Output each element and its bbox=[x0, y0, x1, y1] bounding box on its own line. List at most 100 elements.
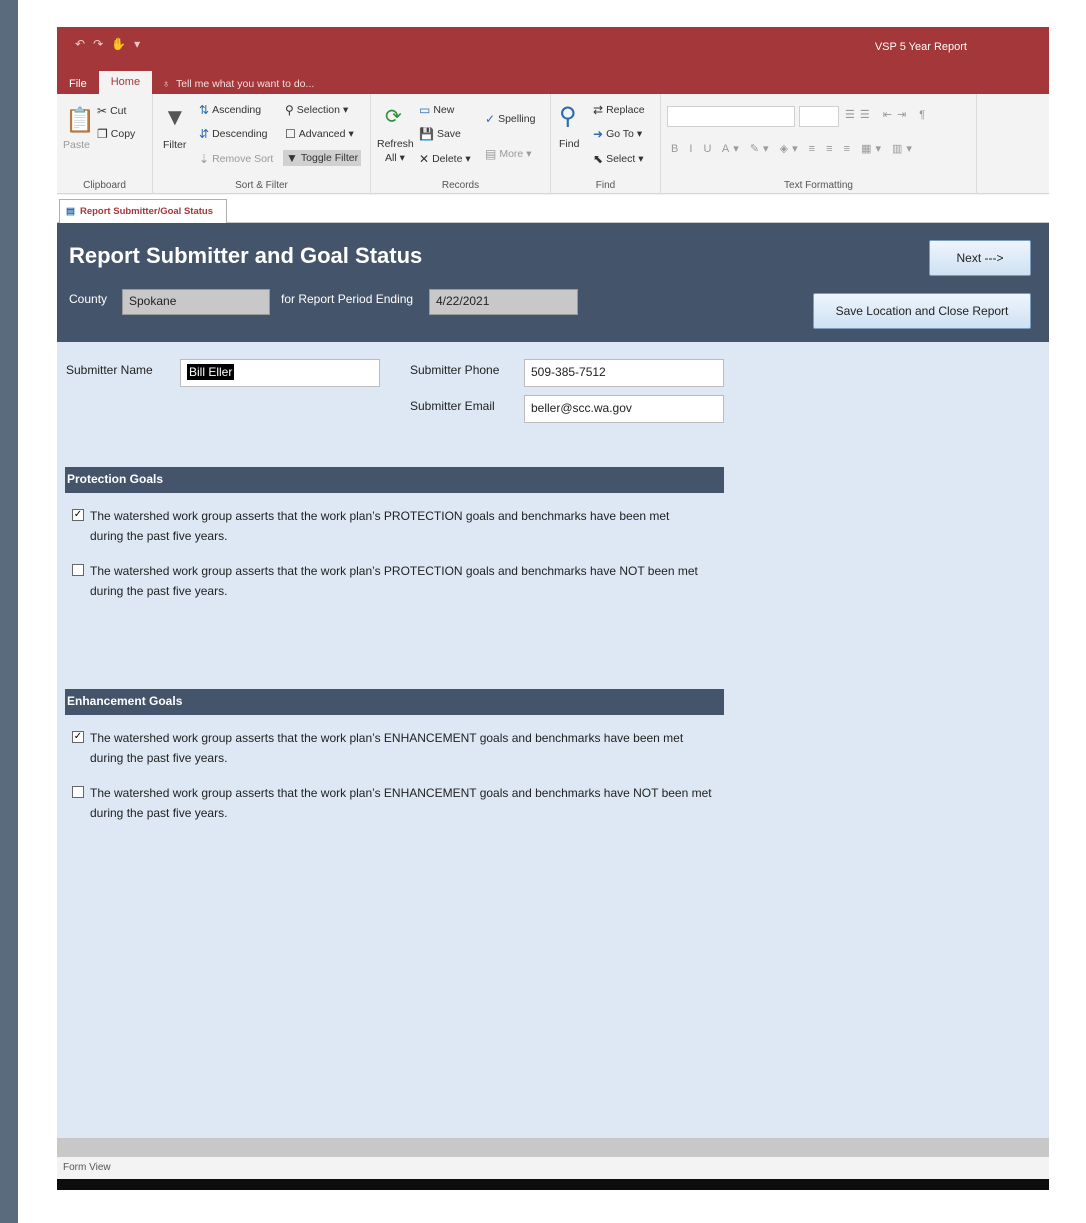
paste-button[interactable]: Paste bbox=[63, 139, 90, 151]
option-line: The watershed work group asserts that th… bbox=[90, 786, 712, 800]
view-mode-label: Form View bbox=[63, 1162, 111, 1173]
ascending-label: Ascending bbox=[212, 104, 262, 116]
undo-icon[interactable]: ↶ bbox=[75, 37, 85, 51]
remove-sort-label: Remove Sort bbox=[212, 153, 274, 165]
customize-icon[interactable]: ▾ bbox=[134, 37, 140, 51]
scissors-icon: ✂ bbox=[97, 104, 108, 118]
ribbon: 📋 Paste ✂ Cut ❐ Copy Clipboard ▼ Filter ⇅ A… bbox=[57, 94, 1049, 194]
spelling-label: Spelling bbox=[498, 113, 536, 125]
lightbulb-icon: ♁ bbox=[162, 78, 170, 90]
county-field[interactable]: Spokane bbox=[122, 289, 270, 315]
advanced-label: Advanced bbox=[298, 128, 346, 140]
sort-descending-icon: ⇵ bbox=[199, 127, 210, 141]
quick-access-toolbar: ↶ ↷ ✋ ▾ bbox=[75, 37, 140, 51]
spelling-icon: ✓ bbox=[485, 112, 496, 126]
tab-home[interactable]: Home bbox=[98, 71, 153, 94]
select-button[interactable]: ⬉ Select ▾ bbox=[593, 152, 644, 166]
option-line: during the past five years. bbox=[90, 529, 228, 543]
new-record-icon: ▭ bbox=[419, 103, 431, 117]
toggle-filter-icon: ▼ bbox=[286, 151, 298, 165]
find-button[interactable]: Find bbox=[559, 138, 579, 150]
descending-button[interactable]: ⇵ Descending bbox=[199, 127, 268, 141]
period-label: for Report Period Ending bbox=[281, 292, 414, 306]
replace-icon: ⇄ bbox=[593, 103, 604, 117]
ascending-button[interactable]: ⇅ Ascending bbox=[199, 103, 261, 117]
advanced-button[interactable]: ☐ Advanced ▾ bbox=[285, 127, 354, 141]
toggle-filter-button[interactable]: ▼ Toggle Filter bbox=[283, 150, 362, 166]
option-text: The watershed work group asserts that th… bbox=[90, 561, 698, 601]
go-to-label: Go To bbox=[606, 128, 634, 140]
enhancement-not-met-option[interactable]: The watershed work group asserts that th… bbox=[72, 783, 752, 823]
cut-label: Cut bbox=[110, 105, 127, 117]
tell-me-box[interactable]: ♁ Tell me what you want to do... bbox=[152, 74, 324, 94]
app-title: VSP 5 Year Report bbox=[874, 41, 967, 53]
remove-sort-button[interactable]: ⇣ Remove Sort bbox=[199, 152, 273, 166]
spelling-button[interactable]: ✓ Spelling bbox=[485, 112, 535, 126]
copy-label: Copy bbox=[110, 128, 136, 140]
font-size-box[interactable] bbox=[799, 106, 839, 127]
text-style-icons[interactable]: B I U A▾ ✎▾ ◈▾ ≡ ≡ ≡ ▦▾ ▥▾ bbox=[671, 142, 916, 155]
tab-file[interactable]: File bbox=[57, 74, 99, 94]
checkbox-unchecked[interactable] bbox=[72, 786, 84, 798]
refresh-all-label: All bbox=[385, 152, 397, 164]
next-button[interactable]: Next ---> bbox=[929, 240, 1031, 276]
filter-button[interactable]: Filter bbox=[163, 139, 186, 151]
checkbox-checked[interactable]: ✓ bbox=[72, 509, 84, 521]
checkbox-unchecked[interactable] bbox=[72, 564, 84, 576]
form-header: Report Submitter and Goal Status County … bbox=[57, 223, 1049, 342]
enhancement-met-option[interactable]: ✓ The watershed work group asserts that … bbox=[72, 728, 752, 768]
period-ending-field[interactable]: 4/22/2021 bbox=[429, 289, 578, 315]
new-record-button[interactable]: ▭ New bbox=[419, 103, 454, 117]
access-window: ↶ ↷ ✋ ▾ VSP 5 Year Report File Home ♁ Te… bbox=[57, 27, 1049, 1190]
records-label: Records bbox=[441, 180, 480, 191]
selection-button[interactable]: ⚲ Selection ▾ bbox=[285, 103, 348, 117]
selection-label: Selection bbox=[296, 104, 340, 116]
save-icon: 💾 bbox=[419, 127, 434, 141]
cut-button[interactable]: ✂ Cut bbox=[97, 104, 126, 118]
save-record-button[interactable]: 💾 Save bbox=[419, 127, 461, 141]
protection-met-option[interactable]: ✓ The watershed work group asserts that … bbox=[72, 506, 752, 546]
more-icon: ▤ bbox=[485, 147, 497, 161]
copy-button[interactable]: ❐ Copy bbox=[97, 127, 135, 141]
filter-icon: ▼ bbox=[163, 104, 187, 131]
replace-button[interactable]: ⇄ Replace bbox=[593, 103, 645, 117]
option-text: The watershed work group asserts that th… bbox=[90, 506, 669, 546]
selection-icon: ⚲ bbox=[285, 103, 294, 117]
toggle-filter-label: Toggle Filter bbox=[300, 152, 359, 164]
tab-report-submitter-goal-status[interactable]: ▤ Report Submitter/Goal Status bbox=[59, 199, 227, 223]
cursor-icon: ⬉ bbox=[593, 152, 604, 166]
protection-not-met-option[interactable]: The watershed work group asserts that th… bbox=[72, 561, 752, 601]
submitter-name-value: Bill Eller bbox=[187, 364, 235, 380]
delete-icon: ✕ bbox=[419, 152, 430, 166]
checkbox-checked[interactable]: ✓ bbox=[72, 731, 84, 743]
horizontal-scrollbar[interactable] bbox=[57, 1138, 1049, 1157]
option-text: The watershed work group asserts that th… bbox=[90, 728, 683, 768]
status-bar: Form View bbox=[57, 1157, 1049, 1179]
list-indent-icons[interactable]: ☰☰ ⇤⇥ ¶ bbox=[845, 108, 930, 121]
new-label: New bbox=[433, 104, 455, 116]
copy-icon: ❐ bbox=[97, 127, 108, 141]
touch-mode-icon[interactable]: ✋ bbox=[111, 37, 126, 51]
dropdown-arrow-icon: ▾ bbox=[343, 104, 349, 116]
submitter-email-field[interactable]: beller@scc.wa.gov bbox=[524, 395, 724, 423]
option-line: during the past five years. bbox=[90, 806, 228, 820]
font-name-box[interactable] bbox=[667, 106, 795, 127]
more-button[interactable]: ▤ More ▾ bbox=[485, 147, 532, 161]
dropdown-arrow-icon: ▾ bbox=[465, 153, 471, 165]
form-body: Report Submitter and Goal Status County … bbox=[57, 223, 1049, 1138]
clipboard-label: Clipboard bbox=[83, 180, 126, 191]
submitter-name-field[interactable]: Bill Eller bbox=[180, 359, 380, 387]
refresh-button[interactable]: Refresh bbox=[377, 138, 414, 150]
arrow-right-icon: ➜ bbox=[593, 127, 604, 141]
find-group: ⚲ Find ⇄ Replace ➜ Go To ▾ ⬉ Select ▾ Find bbox=[551, 94, 661, 194]
dropdown-arrow-icon: ▾ bbox=[348, 128, 354, 140]
refresh-all-button[interactable]: All ▾ bbox=[385, 152, 405, 164]
save-close-report-button[interactable]: Save Location and Close Report bbox=[813, 293, 1031, 329]
more-label: More bbox=[499, 148, 524, 160]
redo-icon[interactable]: ↷ bbox=[93, 37, 103, 51]
option-line: The watershed work group asserts that th… bbox=[90, 731, 684, 745]
go-to-button[interactable]: ➜ Go To ▾ bbox=[593, 127, 642, 141]
submitter-phone-field[interactable]: 509-385-7512 bbox=[524, 359, 724, 387]
delete-button[interactable]: ✕ Delete ▾ bbox=[419, 152, 471, 166]
submitter-name-label: Submitter Name bbox=[66, 363, 153, 377]
